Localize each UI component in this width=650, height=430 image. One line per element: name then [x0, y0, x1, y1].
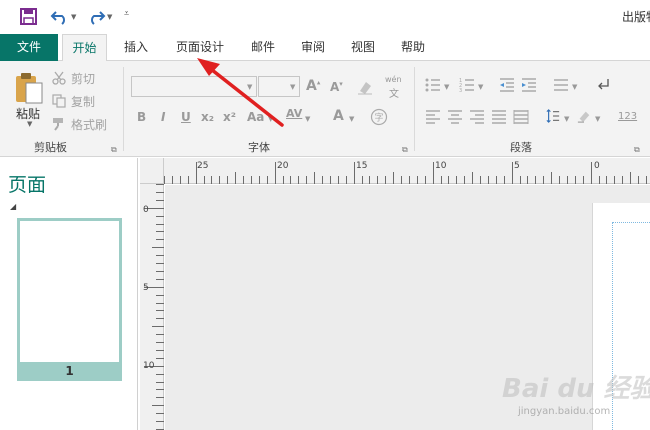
underline-button[interactable]: U [181, 110, 191, 124]
font-color-dropdown-icon[interactable]: ▼ [349, 115, 354, 123]
phonetic-guide-top: wén [385, 75, 402, 84]
justify-icon[interactable] [491, 110, 507, 124]
copy-icon [52, 94, 66, 108]
ruler-label: 20 [277, 161, 289, 171]
columns-dropdown-icon[interactable]: ▼ [572, 83, 577, 91]
line-spacing-dropdown-icon[interactable]: ▼ [564, 115, 569, 123]
paste-icon[interactable] [14, 71, 44, 105]
ruler-corner[interactable] [140, 158, 164, 184]
customize-icon[interactable]: ⩡ [124, 9, 129, 19]
tab-mailings[interactable]: 邮件 [246, 34, 280, 61]
cut-label: 剪切 [71, 72, 96, 86]
vertical-ruler[interactable] [140, 184, 164, 430]
clipboard-launcher-icon[interactable]: ⧉ [111, 145, 117, 155]
publication-canvas[interactable] [165, 185, 650, 430]
tab-view[interactable]: 视图 [346, 34, 380, 61]
undo-dropdown-icon[interactable]: ▼ [71, 13, 76, 21]
shading-icon[interactable] [576, 109, 592, 123]
clear-formatting-icon[interactable] [356, 79, 374, 95]
ruler-label: 0 [143, 205, 149, 215]
ruler-label: 0 [594, 161, 600, 171]
character-spacing-button[interactable]: AV [286, 107, 302, 120]
tab-file[interactable]: 文件 [0, 34, 58, 61]
align-right-icon[interactable] [469, 110, 485, 124]
svg-text:字: 字 [374, 112, 383, 124]
font-name-combobox[interactable] [131, 76, 257, 97]
group-divider [123, 67, 124, 151]
format-painter-label: 格式刷 [71, 118, 108, 132]
horizontal-ruler-ticks [164, 162, 647, 184]
bold-button[interactable]: B [137, 110, 146, 124]
clipboard-group-label: 剪贴板 [34, 141, 67, 154]
redo-dropdown-icon[interactable]: ▼ [107, 13, 112, 21]
paragraph-launcher-icon[interactable]: ⧉ [634, 145, 640, 155]
grow-font-icon[interactable]: A▴ [306, 78, 320, 94]
redo-icon[interactable] [86, 8, 106, 25]
distributed-icon[interactable] [513, 110, 529, 124]
font-color-button[interactable]: A [333, 108, 344, 124]
columns-icon[interactable] [553, 78, 569, 92]
window-title: 出版物 [622, 10, 650, 24]
tab-review[interactable]: 审阅 [296, 34, 330, 61]
collapse-icon[interactable]: ◢ [10, 202, 16, 211]
ruler-label: 15 [356, 161, 368, 171]
ruler-label: 5 [514, 161, 520, 171]
text-direction-icon[interactable] [596, 77, 612, 91]
superscript-button[interactable]: x² [223, 110, 236, 124]
font-size-dropdown-icon[interactable]: ▼ [290, 83, 295, 91]
save-icon[interactable] [20, 8, 37, 25]
horizontal-ruler[interactable] [164, 158, 650, 184]
ribbon: 粘贴 ▼ 剪切 复制 格式刷 剪贴板 ⧉ ▼ ▼ A▴ A▾ wén 文 B I… [0, 61, 650, 157]
tab-home[interactable]: 开始 [62, 34, 107, 62]
numbering-dropdown-icon[interactable]: ▼ [478, 83, 483, 91]
pages-panel-title: 页面 [8, 174, 47, 196]
svg-text:3: 3 [459, 88, 462, 92]
format-painter-icon [53, 118, 63, 131]
increase-indent-icon[interactable] [521, 78, 537, 92]
line-spacing-icon[interactable] [545, 109, 561, 123]
quick-access-toolbar: ▼ ▼ ⩡ 出版物 [0, 0, 650, 34]
font-name-dropdown-icon[interactable]: ▼ [247, 83, 252, 91]
tab-page-design[interactable]: 页面设计 [172, 34, 228, 61]
group-divider [414, 67, 415, 151]
page-margin-guide [612, 222, 650, 430]
paste-dropdown-icon[interactable]: ▼ [27, 120, 32, 128]
change-case-button[interactable]: Aa [247, 110, 264, 124]
shading-dropdown-icon[interactable]: ▼ [595, 115, 600, 123]
font-launcher-icon[interactable]: ⧉ [402, 145, 408, 155]
shrink-font-icon[interactable]: A▾ [330, 80, 343, 94]
font-group-label: 字体 [248, 141, 270, 154]
copy-label: 复制 [71, 95, 96, 109]
paragraph-group-label: 段落 [510, 141, 532, 154]
tab-help[interactable]: 帮助 [396, 34, 430, 61]
vertical-ruler-ticks [144, 184, 164, 430]
align-left-icon[interactable] [425, 110, 441, 124]
ruler-label: 10 [143, 361, 155, 371]
italic-button[interactable]: I [161, 110, 165, 124]
change-case-dropdown-icon[interactable]: ▼ [268, 115, 273, 123]
subscript-button[interactable]: x₂ [201, 110, 214, 124]
ribbon-tabs: 文件 开始 插入 页面设计 邮件 审阅 视图 帮助 [0, 34, 650, 62]
align-center-icon[interactable] [447, 110, 463, 124]
number-format-button[interactable]: 123 [618, 111, 637, 122]
decrease-indent-icon[interactable] [499, 78, 515, 92]
ruler-label: 5 [143, 283, 149, 293]
bullets-icon[interactable] [425, 78, 441, 92]
scissors-icon [52, 71, 66, 85]
tab-insert[interactable]: 插入 [118, 34, 154, 61]
numbering-icon[interactable]: 1 2 3 [459, 78, 475, 92]
ruler-label: 10 [435, 161, 447, 171]
bullets-dropdown-icon[interactable]: ▼ [444, 83, 449, 91]
page-number-label: 1 [17, 362, 122, 381]
undo-icon[interactable] [50, 8, 70, 25]
character-spacing-dropdown-icon[interactable]: ▼ [305, 115, 310, 123]
page-thumbnail[interactable] [17, 218, 122, 380]
ruler-label: 25 [197, 161, 209, 171]
enclose-character-icon[interactable]: 字 [370, 108, 388, 126]
phonetic-guide-icon[interactable]: 文 [389, 85, 399, 100]
